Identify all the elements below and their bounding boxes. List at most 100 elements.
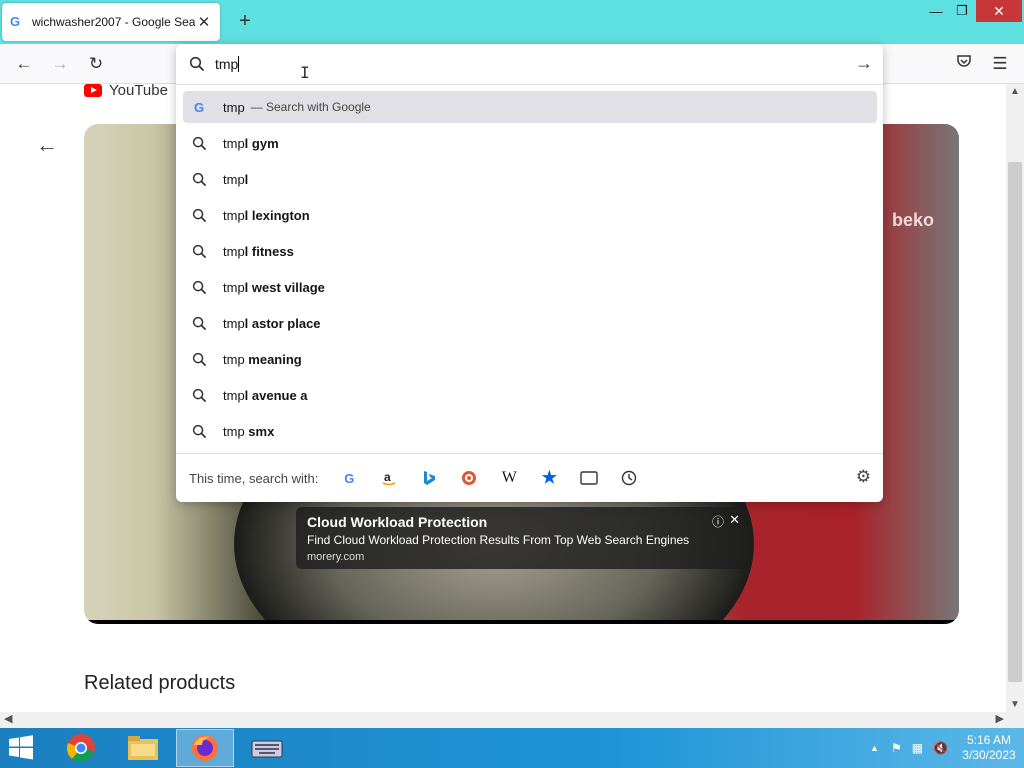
- search-icon: [191, 279, 207, 295]
- ibeam-cursor-icon: I: [300, 63, 310, 82]
- suggestion-completion-text: l gym: [244, 135, 279, 151]
- close-window-button[interactable]: ✕: [976, 0, 1022, 22]
- suggestion-typed-text: tmp: [223, 171, 245, 187]
- suggestion-item[interactable]: tmp l gym: [183, 127, 877, 159]
- suggestion-typed-text: tmp: [223, 423, 245, 439]
- ad-title[interactable]: Cloud Workload Protection: [307, 514, 737, 530]
- suggestion-typed-text: tmp: [223, 279, 245, 295]
- suggestion-item[interactable]: tmp l fitness: [183, 235, 877, 267]
- tab-close-icon[interactable]: ✕: [196, 13, 212, 31]
- search-icon: [191, 387, 207, 403]
- suggestion-item[interactable]: tmp meaning: [183, 343, 877, 375]
- suggestion-completion-text: l fitness: [244, 243, 294, 259]
- urlbar-dropdown: tmp I → Gtmp — Search with Google tmp l gym…: [176, 44, 883, 502]
- youtube-logo-icon: [84, 84, 102, 97]
- volume-muted-icon[interactable]: 🔇: [933, 741, 948, 755]
- text-caret: [238, 56, 240, 72]
- one-off-search-bar: This time, search with: G a W ★ ⚙: [176, 453, 883, 502]
- search-icon: [191, 315, 207, 331]
- bookmarks-icon[interactable]: ★: [538, 467, 560, 489]
- suggestion-item[interactable]: tmp l astor place: [183, 307, 877, 339]
- scroll-up-icon[interactable]: ▲: [1010, 86, 1020, 97]
- search-icon: [191, 207, 207, 223]
- restore-button[interactable]: ❐: [950, 0, 974, 22]
- svg-text:a: a: [384, 470, 391, 484]
- suggestion-item[interactable]: tmp l west village: [183, 271, 877, 303]
- suggestion-completion-text: l lexington: [244, 207, 310, 223]
- forward-arrow-icon[interactable]: →: [48, 52, 72, 76]
- clock-date: 3/30/2023: [962, 748, 1016, 762]
- file-explorer-taskbar-icon[interactable]: [114, 729, 172, 767]
- search-icon: [191, 351, 207, 367]
- pocket-icon[interactable]: [952, 52, 976, 76]
- close-icon[interactable]: ✕: [729, 512, 740, 528]
- system-tray: ▲ ⚑ ▦ 🔇 5:16 AM 3/30/2023: [870, 728, 1024, 768]
- ad-description: Find Cloud Workload Protection Results F…: [307, 533, 690, 547]
- history-icon[interactable]: [618, 467, 640, 489]
- suggestion-typed-text: tmp: [223, 351, 245, 367]
- youtube-label: YouTube: [109, 84, 168, 99]
- arrow-right-icon[interactable]: →: [855, 53, 873, 74]
- reload-icon[interactable]: ↻: [84, 52, 108, 76]
- bing-icon[interactable]: [418, 467, 440, 489]
- tab-title: wichwasher2007 - Google Search: [32, 15, 196, 29]
- google-favicon-icon: G: [10, 14, 21, 29]
- menu-icon[interactable]: ☰: [988, 52, 1012, 76]
- suggestion-typed-text: tmp: [223, 315, 245, 331]
- video-bottom-bar: [84, 620, 959, 624]
- plus-icon[interactable]: +: [234, 10, 256, 32]
- google-icon[interactable]: G: [338, 467, 360, 489]
- ad-url[interactable]: morery.com: [307, 551, 737, 563]
- windows-start-icon[interactable]: [6, 734, 38, 762]
- suggestion-item[interactable]: Gtmp — Search with Google: [183, 91, 877, 123]
- suggestion-item[interactable]: tmp l: [183, 163, 877, 195]
- suggestion-item[interactable]: tmp l lexington: [183, 199, 877, 231]
- scrollbar-thumb[interactable]: [1008, 162, 1022, 682]
- search-engine-note: — Search with Google: [250, 100, 371, 114]
- show-hidden-icons-icon[interactable]: ▲: [870, 743, 879, 753]
- action-center-icon[interactable]: ⚑: [891, 741, 902, 755]
- suggestion-typed-text: tmp: [223, 243, 245, 259]
- duckduckgo-icon[interactable]: [458, 467, 480, 489]
- minimize-button[interactable]: —: [924, 0, 948, 22]
- related-products-heading: Related products: [84, 672, 236, 694]
- suggestion-completion-text: smx: [244, 423, 275, 439]
- search-with-label: This time, search with:: [189, 470, 319, 486]
- tabs-icon[interactable]: [578, 467, 600, 489]
- address-bar[interactable]: tmp I →: [176, 44, 883, 85]
- search-icon: [191, 243, 207, 259]
- vertical-scrollbar[interactable]: ▲ ▼: [1006, 84, 1024, 712]
- ad-banner[interactable]: Cloud Workload Protection Find Cloud Wor…: [296, 507, 748, 569]
- suggestion-completion-text: l avenue a: [244, 387, 308, 403]
- suggestion-item[interactable]: tmp smx: [183, 415, 877, 447]
- suggestion-completion-text: meaning: [244, 351, 302, 367]
- network-icon[interactable]: ▦: [912, 741, 923, 755]
- info-icon[interactable]: ⓘ: [712, 513, 724, 530]
- back-arrow-icon[interactable]: ←: [12, 52, 36, 76]
- scroll-down-icon[interactable]: ▼: [1010, 699, 1020, 710]
- amazon-icon[interactable]: a: [378, 467, 400, 489]
- suggestion-typed-text: tmp: [223, 135, 245, 151]
- back-arrow-icon[interactable]: ←: [36, 132, 58, 158]
- scroll-left-icon[interactable]: ◀: [4, 712, 12, 725]
- suggestion-item[interactable]: tmp l avenue a: [183, 379, 877, 411]
- google-icon: G: [193, 99, 205, 115]
- gear-icon[interactable]: ⚙: [856, 467, 871, 487]
- firefox-taskbar-icon[interactable]: [176, 729, 234, 767]
- wikipedia-icon[interactable]: W: [498, 467, 520, 489]
- search-icon: [189, 56, 205, 75]
- suggestion-completion-text: l astor place: [244, 315, 321, 331]
- clock[interactable]: 5:16 AM 3/30/2023: [954, 733, 1024, 763]
- scroll-right-icon[interactable]: ▶: [996, 712, 1004, 725]
- tab-bar: G wichwasher2007 - Google Search ✕ + — ❐…: [0, 0, 1024, 44]
- horizontal-scrollbar[interactable]: ◀ ▶: [0, 712, 1024, 728]
- address-input[interactable]: tmp: [215, 56, 240, 72]
- suggestion-typed-text: tmp: [223, 207, 245, 223]
- chrome-taskbar-icon[interactable]: [52, 729, 110, 767]
- tab-google-search[interactable]: G wichwasher2007 - Google Search ✕: [2, 3, 220, 41]
- onscreen-keyboard-taskbar-icon[interactable]: [238, 729, 296, 767]
- clock-time: 5:16 AM: [966, 733, 1012, 747]
- taskbar: ▲ ⚑ ▦ 🔇 5:16 AM 3/30/2023: [0, 728, 1024, 768]
- search-icon: [191, 423, 207, 439]
- youtube-source[interactable]: YouTube: [84, 84, 168, 99]
